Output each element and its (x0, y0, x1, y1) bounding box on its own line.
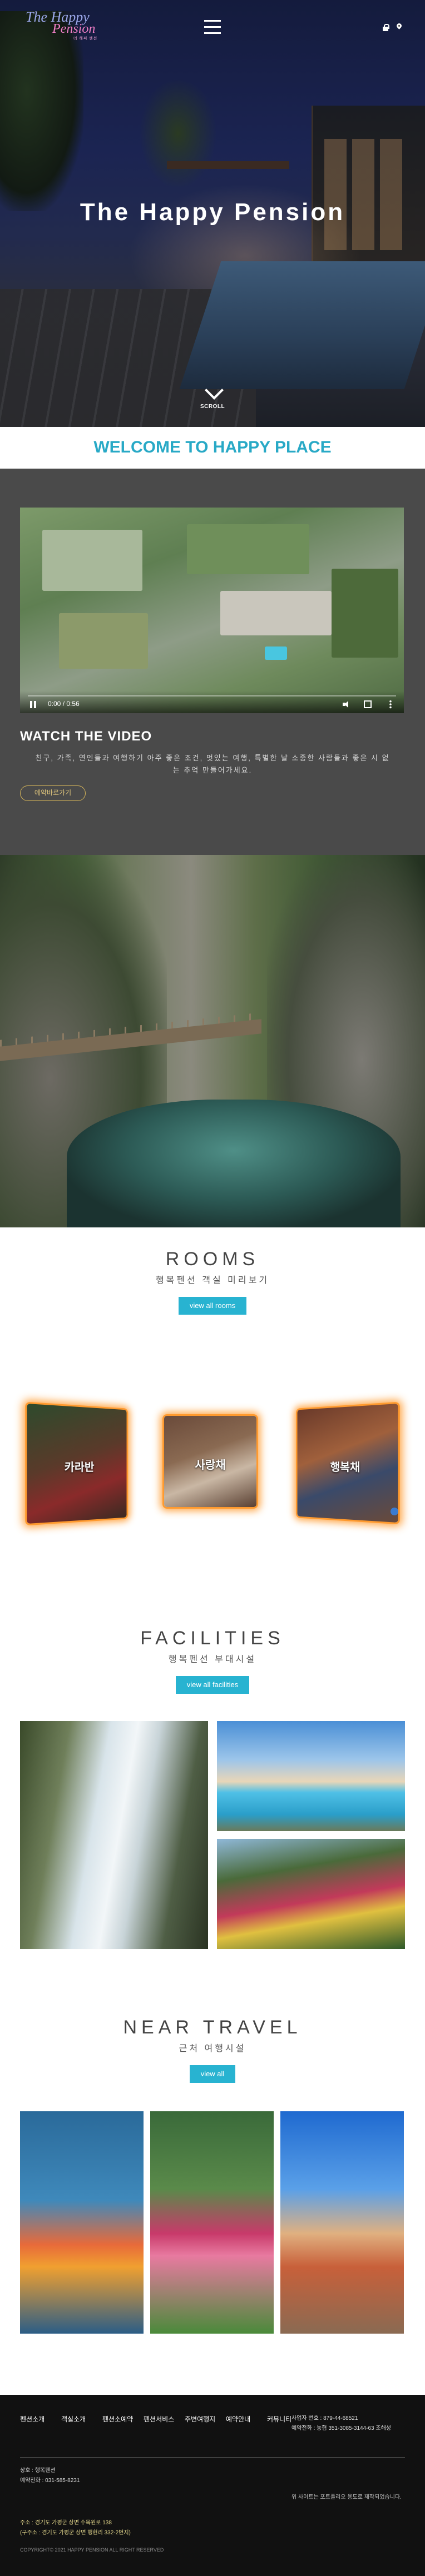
hero-tree (139, 78, 217, 189)
video-scene (42, 530, 142, 591)
scroll-button[interactable]: SCROLL (196, 384, 229, 410)
video-scene (220, 591, 332, 635)
facility-garden-image[interactable] (217, 1839, 405, 1949)
welcome-section: WELCOME TO HAPPY PLACE (0, 427, 425, 469)
video-scene (187, 524, 309, 574)
chevron-down-icon (203, 384, 222, 402)
menu-bar (204, 32, 221, 34)
gorge-banner-image (0, 855, 425, 1227)
video-player[interactable]: 0:00 / 0:56 (20, 508, 404, 713)
view-all-travel-button[interactable]: view all (190, 2065, 236, 2083)
rooms-section: ROOMS 행복펜션 객실 미리보기 view all rooms 카라반 사랑… (0, 1227, 425, 1628)
video-scene (332, 569, 398, 658)
menu-bar (204, 26, 221, 28)
hero-pool (180, 261, 425, 389)
welcome-heading: WELCOME TO HAPPY PLACE (0, 438, 425, 457)
footer-text: 예약전화 : 031-585-8231 (20, 2476, 80, 2486)
footer-address: 주소 : 경기도 가평군 상면 수목원로 138 (구주소 : 경기도 가평군 … (20, 2518, 131, 2538)
footer-nav-item[interactable]: 펜션소개 (20, 2415, 61, 2424)
rooms-heading: ROOMS (0, 1249, 425, 1270)
room-card-sarangchae[interactable]: 사랑채 (162, 1414, 258, 1509)
video-section: 0:00 / 0:56 WATCH THE VIDEO 친구, 가족, 연인들과… (0, 469, 425, 855)
facilities-header: FACILITIES 행복펜션 부대시설 view all facilities (0, 1628, 425, 1694)
view-all-rooms-button[interactable]: view all rooms (179, 1297, 246, 1315)
near-travel-section: NEAR TRAVEL 근처 여행시설 view all (0, 2017, 425, 2395)
fullscreen-icon[interactable] (364, 700, 372, 708)
logo-line2: Pension (52, 22, 109, 36)
footer-divider (20, 2457, 405, 2458)
video-progress-bar[interactable] (28, 695, 396, 697)
travel-garden-image[interactable] (150, 2111, 274, 2334)
footer-copyright: COPYRIGHT© 2021 HAPPY PENSION ALL RIGHT … (20, 2547, 164, 2553)
facility-pool-image[interactable] (217, 1721, 405, 1831)
footer-text: 주소 : 경기도 가평군 상면 수목원로 138 (20, 2518, 131, 2528)
room-label: 사랑채 (164, 1456, 256, 1472)
footer-nav-item[interactable]: 예약안내 (226, 2415, 267, 2424)
watch-video-title: WATCH THE VIDEO (20, 729, 152, 744)
room-card-caravan[interactable]: 카라반 (25, 1402, 128, 1526)
video-scene (59, 613, 148, 669)
rooms-header: ROOMS 행복펜션 객실 미리보기 view all rooms (0, 1227, 425, 1315)
footer-contact-info: 상호 : 행복펜션 예약전화 : 031-585-8231 (20, 2466, 80, 2486)
watch-video-description: 친구, 가족, 연인들과 여행하기 아주 좋은 조건, 멋있는 여행, 특별한 … (33, 752, 392, 777)
hero-pergola (167, 161, 289, 169)
menu-icon[interactable] (204, 20, 221, 36)
footer-text: 예약전화 : 농협 351-3085-3144-63 조해성 (291, 2424, 391, 2434)
room-label: 행복채 (298, 1458, 398, 1475)
footer-text: (구주소 : 경기도 가평군 상면 행현리 332-2번지) (20, 2528, 131, 2538)
logo-line3: 더 해피 펜션 (73, 36, 109, 41)
facilities-section: FACILITIES 행복펜션 부대시설 view all facilities (0, 1628, 425, 2017)
facility-waterfall-image[interactable] (20, 1721, 208, 1949)
view-all-facilities-button[interactable]: view all facilities (176, 1676, 249, 1694)
travel-village-image[interactable] (280, 2111, 404, 2334)
footer-nav-item[interactable]: 펜션서비스 (144, 2415, 185, 2424)
room-nav-dot[interactable] (391, 1508, 398, 1515)
facilities-subheading: 행복펜션 부대시설 (0, 1652, 425, 1665)
footer-business-info: 사업자 번호 : 879-44-68521 예약전화 : 농협 351-3085… (291, 2414, 391, 2434)
footer-nav: 펜션소개 객실소개 펜션소예약 펜션서비스 주변여행지 예약안내 커뮤니티 (20, 2415, 308, 2424)
gorge-water (67, 1100, 401, 1227)
room-card-haengbokchae[interactable]: 행복채 (296, 1402, 400, 1525)
lock-icon[interactable] (382, 23, 389, 31)
near-travel-subheading: 근처 여행시설 (0, 2041, 425, 2054)
video-scene-pool (265, 647, 287, 660)
travel-waterpark-image[interactable] (20, 2111, 144, 2334)
site-logo[interactable]: The Happy Pension 더 해피 펜션 (26, 10, 109, 42)
pause-icon[interactable] (30, 701, 37, 708)
facilities-heading: FACILITIES (0, 1628, 425, 1649)
room-label: 카라반 (27, 1458, 126, 1475)
menu-bar (204, 20, 221, 22)
footer-nav-item[interactable]: 펜션소예약 (102, 2415, 144, 2424)
footer-nav-item[interactable]: 객실소개 (61, 2415, 102, 2424)
footer-nav-item[interactable]: 주변여행지 (185, 2415, 226, 2424)
rooms-subheading: 행복펜션 객실 미리보기 (0, 1272, 425, 1286)
more-options-icon[interactable] (389, 700, 392, 709)
video-time: 0:00 / 0:56 (48, 700, 80, 708)
near-travel-header: NEAR TRAVEL 근처 여행시설 view all (0, 2017, 425, 2083)
footer-text: 사업자 번호 : 879-44-68521 (291, 2414, 391, 2424)
top-icons (382, 23, 403, 31)
volume-icon[interactable] (343, 701, 350, 708)
scroll-label: SCROLL (196, 404, 229, 410)
map-pin-icon[interactable] (395, 23, 403, 31)
footer-text: 상호 : 행복펜션 (20, 2466, 80, 2476)
hero-section: The Happy Pension 더 해피 펜션 The Happy Pens… (0, 0, 425, 427)
hero-title: The Happy Pension (0, 198, 425, 226)
site-footer: 펜션소개 객실소개 펜션소예약 펜션서비스 주변여행지 예약안내 커뮤니티 사업… (0, 2395, 425, 2576)
footer-note: 위 사이트는 포트폴리오 용도로 제작되었습니다. (291, 2493, 402, 2503)
near-travel-heading: NEAR TRAVEL (0, 2017, 425, 2038)
reserve-button[interactable]: 예약바로가기 (20, 785, 86, 801)
